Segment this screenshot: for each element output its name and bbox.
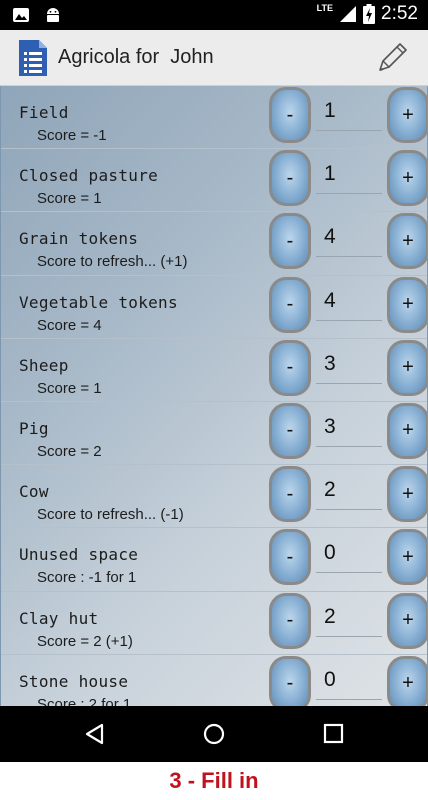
list-item: Grain tokens Score to refresh... (+1) - … bbox=[1, 212, 427, 276]
increment-button[interactable]: + bbox=[387, 339, 427, 396]
count-field[interactable]: 4 bbox=[316, 281, 382, 321]
list-item: Closed pasture Score = 1 - 1 + bbox=[1, 149, 427, 213]
caption-text: 3 - Fill in bbox=[169, 768, 259, 793]
item-name: Sheep bbox=[19, 355, 69, 375]
item-score: Score = 4 bbox=[37, 316, 102, 334]
item-name: Vegetable tokens bbox=[19, 292, 178, 312]
item-name: Pig bbox=[19, 418, 49, 438]
increment-button[interactable]: + bbox=[387, 466, 427, 523]
item-score: Score = 1 bbox=[37, 379, 102, 397]
pencil-icon[interactable] bbox=[372, 38, 412, 78]
count-field[interactable]: 3 bbox=[316, 344, 382, 384]
decrement-button[interactable]: - bbox=[269, 87, 311, 143]
lte-signal-icon bbox=[340, 6, 357, 22]
image-icon bbox=[13, 8, 29, 22]
decrement-button[interactable]: - bbox=[269, 529, 311, 586]
list-item: Vegetable tokens Score = 4 - 4 + bbox=[1, 276, 427, 339]
battery-charging-icon bbox=[363, 4, 376, 24]
item-name: Closed pasture bbox=[19, 166, 159, 186]
item-score: Score = 1 bbox=[37, 190, 102, 208]
navigation-bar bbox=[0, 706, 428, 762]
item-score: Score : 2 for 1 bbox=[37, 695, 132, 706]
increment-button[interactable]: + bbox=[387, 655, 427, 706]
decrement-button[interactable]: - bbox=[269, 402, 311, 459]
document-list-icon bbox=[19, 40, 47, 76]
list-item: Pig Score = 2 - 3 + bbox=[1, 402, 427, 466]
count-field[interactable]: 2 bbox=[316, 470, 382, 511]
clock: 2:52 bbox=[381, 3, 418, 24]
caption: 3 - Fill in bbox=[0, 762, 428, 800]
increment-button[interactable]: + bbox=[387, 87, 427, 143]
item-score: Score to refresh... (+1) bbox=[37, 253, 188, 271]
count-field[interactable]: 3 bbox=[316, 407, 382, 447]
increment-button[interactable]: + bbox=[387, 150, 427, 207]
decrement-button[interactable]: - bbox=[269, 592, 311, 649]
score-list[interactable]: Field Score = -1 - 1 + Closed pasture Sc… bbox=[0, 86, 428, 706]
app-bar: Agricola for John bbox=[0, 30, 428, 86]
item-score: Score = 2 (+1) bbox=[37, 632, 133, 650]
item-name: Stone house bbox=[19, 671, 129, 691]
list-item: Cow Score to refresh... (-1) - 2 + bbox=[1, 465, 427, 529]
decrement-button[interactable]: - bbox=[269, 339, 311, 396]
item-score: Score to refresh... (-1) bbox=[37, 506, 184, 524]
list-item: Stone house Score : 2 for 1 - 0 + bbox=[1, 655, 427, 706]
item-score: Score : -1 for 1 bbox=[37, 569, 137, 587]
home-icon[interactable] bbox=[200, 720, 228, 748]
app-title: Agricola for John bbox=[58, 46, 214, 68]
count-field[interactable]: 1 bbox=[316, 91, 382, 131]
increment-button[interactable]: + bbox=[387, 592, 427, 649]
item-score: Score = -1 bbox=[37, 127, 107, 144]
android-icon bbox=[47, 8, 59, 22]
lte-label: LTE bbox=[316, 3, 334, 13]
item-name: Field bbox=[19, 103, 69, 122]
increment-button[interactable]: + bbox=[387, 276, 427, 333]
increment-button[interactable]: + bbox=[387, 529, 427, 586]
item-score: Score = 2 bbox=[37, 442, 102, 460]
recents-icon[interactable] bbox=[320, 720, 348, 748]
count-field[interactable]: 0 bbox=[316, 660, 382, 700]
status-bar: LTE 2:52 bbox=[0, 0, 428, 30]
decrement-button[interactable]: - bbox=[269, 655, 311, 706]
count-field[interactable]: 1 bbox=[316, 154, 382, 195]
item-name: Grain tokens bbox=[19, 229, 139, 249]
count-field[interactable]: 2 bbox=[316, 597, 382, 637]
decrement-button[interactable]: - bbox=[269, 276, 311, 333]
list-item: Clay hut Score = 2 (+1) - 2 + bbox=[1, 592, 427, 655]
list-item: Sheep Score = 1 - 3 + bbox=[1, 339, 427, 402]
decrement-button[interactable]: - bbox=[269, 213, 311, 270]
decrement-button[interactable]: - bbox=[269, 466, 311, 523]
list-item: Field Score = -1 - 1 + bbox=[1, 86, 427, 150]
count-field[interactable]: 0 bbox=[316, 533, 382, 574]
count-field[interactable]: 4 bbox=[316, 217, 382, 258]
back-icon[interactable] bbox=[82, 720, 110, 748]
list-item: Unused space Score : -1 for 1 - 0 + bbox=[1, 528, 427, 592]
item-name: Clay hut bbox=[19, 608, 99, 628]
item-name: Unused space bbox=[19, 545, 139, 565]
item-name: Cow bbox=[19, 482, 49, 502]
increment-button[interactable]: + bbox=[387, 213, 427, 270]
decrement-button[interactable]: - bbox=[269, 150, 311, 207]
increment-button[interactable]: + bbox=[387, 402, 427, 459]
